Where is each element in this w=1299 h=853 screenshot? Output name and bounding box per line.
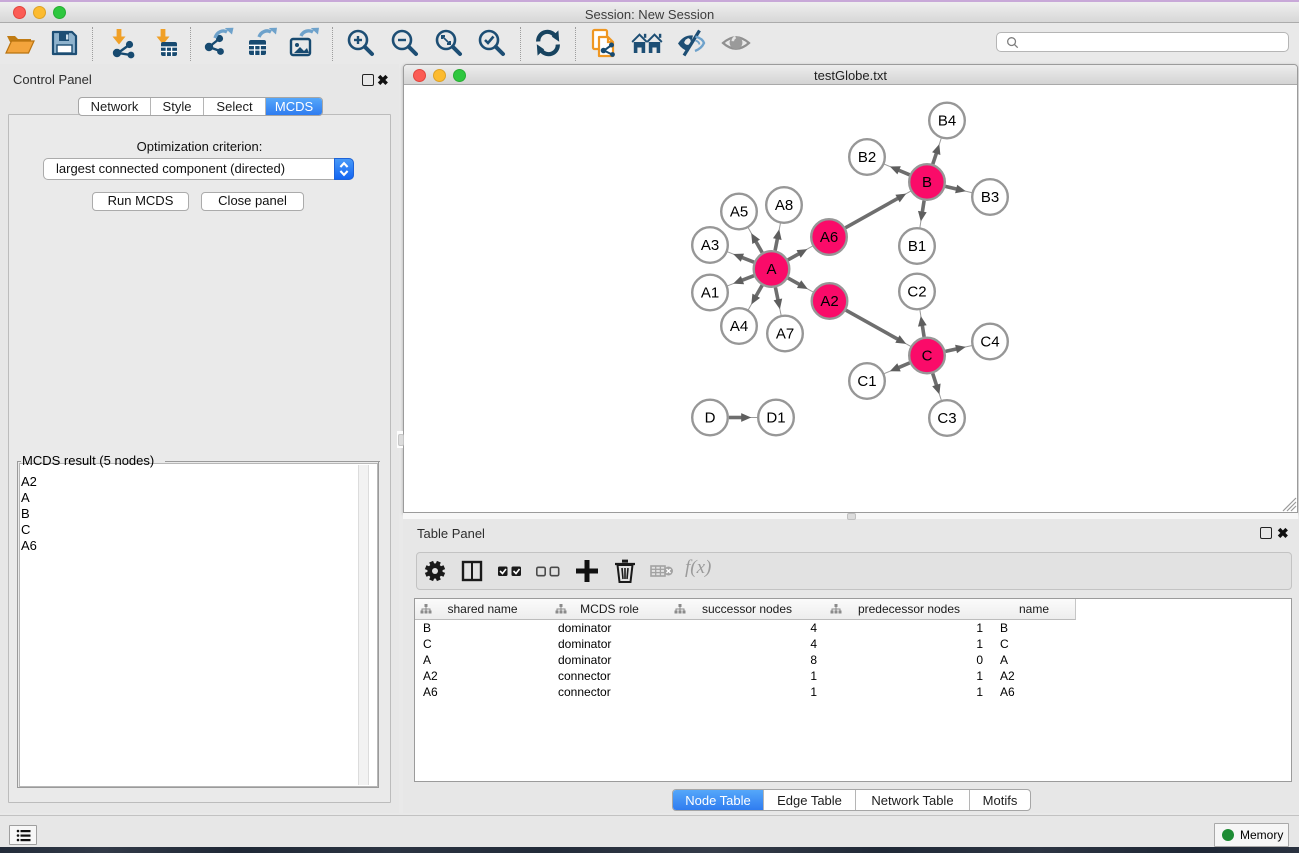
svg-text:B: B [922,174,932,191]
svg-text:A2: A2 [820,293,838,310]
svg-text:C3: C3 [937,410,956,427]
svg-text:A6: A6 [820,229,838,246]
svg-text:A4: A4 [730,318,748,335]
svg-text:B2: B2 [858,149,876,166]
svg-text:B1: B1 [908,238,926,255]
svg-text:A7: A7 [776,326,794,343]
svg-text:C4: C4 [980,334,999,351]
svg-text:D: D [705,410,716,427]
svg-text:C2: C2 [907,284,926,301]
svg-text:A8: A8 [775,197,793,214]
svg-text:B3: B3 [981,189,999,206]
svg-text:B4: B4 [938,113,956,130]
svg-text:C: C [922,348,933,365]
svg-text:A5: A5 [730,204,748,221]
svg-text:A3: A3 [701,237,719,254]
svg-text:C1: C1 [857,373,876,390]
svg-text:A: A [766,261,776,278]
svg-text:A1: A1 [701,285,719,302]
svg-text:D1: D1 [766,410,785,427]
